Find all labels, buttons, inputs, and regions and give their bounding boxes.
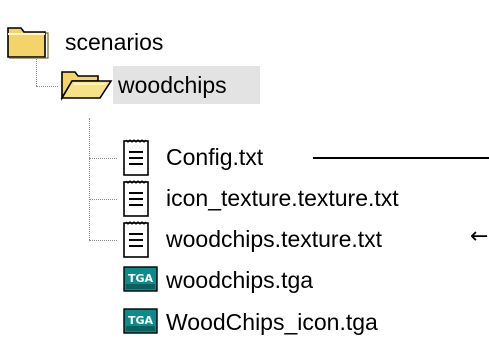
- tree-item-label: scenarios: [65, 29, 164, 55]
- tree-connector-files: [89, 118, 90, 240]
- annotation-arrow-icon: ←: [470, 224, 489, 249]
- folder-open-icon: [60, 71, 113, 101]
- tree-connector-file-3: [89, 240, 117, 241]
- annotation-line: [313, 157, 489, 159]
- tga-image-icon: TGA: [123, 266, 158, 292]
- tga-badge: TGA: [128, 272, 154, 285]
- tree-item-label: icon_texture.texture.txt: [166, 185, 399, 211]
- text-file-icon: [123, 180, 149, 217]
- folder-closed-icon: [7, 27, 49, 59]
- tree-item-label: woodchips.texture.txt: [166, 226, 383, 252]
- text-file-icon: [123, 221, 149, 258]
- tree-item-label: woodchips: [118, 72, 227, 98]
- tga-badge: TGA: [128, 314, 154, 327]
- tree-item-label: WoodChips_icon.tga: [166, 309, 378, 335]
- tree-item-label: woodchips.tga: [166, 267, 314, 293]
- tree-connector-file-1: [89, 158, 117, 159]
- tree-item-label: Config.txt: [166, 144, 264, 170]
- tga-image-icon: TGA: [123, 308, 158, 334]
- text-file-icon: [123, 139, 149, 176]
- tree-connector-file-2: [89, 199, 117, 200]
- tree-connector-folder: [36, 86, 58, 87]
